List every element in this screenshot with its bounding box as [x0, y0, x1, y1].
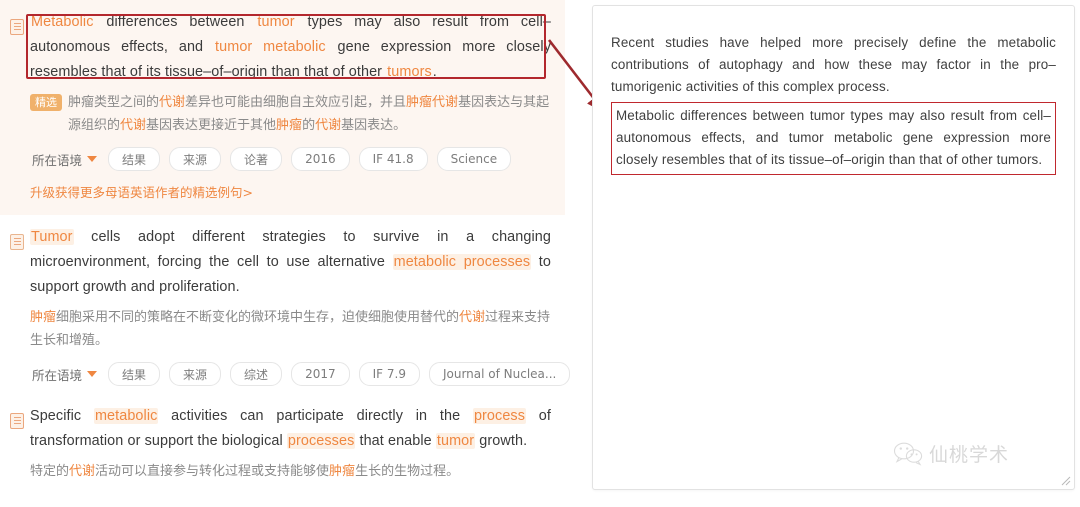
tag-label: 结果: [122, 367, 147, 382]
chevron-down-icon[interactable]: [87, 156, 98, 162]
upgrade-link[interactable]: 升级获得更多母语英语作者的精选例句>: [30, 182, 551, 201]
keyword-highlight[interactable]: tumor metabolic: [214, 39, 327, 55]
tag-label: 论著: [244, 152, 269, 167]
highlighted-paragraph[interactable]: Metabolic differences between tumor type…: [611, 102, 1056, 175]
metadata-tag[interactable]: 综述: [230, 362, 283, 386]
metadata-tag[interactable]: 2016: [291, 147, 350, 171]
text-segment: differences between: [94, 14, 257, 30]
keyword-highlight[interactable]: 肿瘤: [276, 118, 302, 133]
text-segment: 的: [302, 118, 316, 133]
keyword-highlight[interactable]: 肿瘤: [329, 464, 355, 479]
metadata-tag[interactable]: IF 41.8: [358, 147, 428, 171]
document-icon[interactable]: [10, 19, 24, 35]
tag-label: 2016: [305, 152, 336, 166]
english-sentence: Metabolic differences between tumor type…: [30, 10, 551, 85]
chinese-translation: 肿瘤类型之间的代谢差异也可能由细胞自主效应引起，并且肿瘤代谢基因表达与其起源组织…: [68, 91, 551, 137]
tag-label: Science: [450, 152, 498, 166]
keyword-highlight[interactable]: 肿瘤: [30, 310, 56, 325]
metadata-tag[interactable]: 结果: [108, 362, 161, 386]
text-editor-panel[interactable]: Recent studies have helped more precisel…: [592, 5, 1075, 490]
documents-stack-icon[interactable]: [10, 232, 26, 250]
text-segment: 活动可以直接参与转化过程或支持能够使: [95, 464, 330, 479]
text-segment: activities can participate directly in t…: [158, 408, 473, 424]
metadata-tag-row: 所在语境 结果 来源 论著 2016 IF 41.8 Science: [30, 147, 551, 171]
translation-row: 精选 肿瘤类型之间的代谢差异也可能由细胞自主效应引起，并且肿瘤代谢基因表达与其起源…: [30, 91, 551, 137]
document-icon[interactable]: [10, 413, 24, 429]
keyword-highlight[interactable]: 代谢: [315, 118, 341, 133]
search-result-card[interactable]: Metabolic differences between tumor type…: [0, 0, 565, 215]
metadata-tag[interactable]: Science: [436, 147, 512, 171]
metadata-tag[interactable]: 来源: [169, 362, 222, 386]
chevron-down-icon[interactable]: [87, 371, 98, 377]
metadata-tag[interactable]: IF 7.9: [358, 362, 420, 386]
keyword-highlight[interactable]: process: [472, 408, 527, 424]
tag-label: 综述: [244, 367, 269, 382]
tag-label: 所在语境: [32, 152, 83, 168]
keyword-highlight[interactable]: Tumor: [30, 229, 74, 245]
search-results-pane: Metabolic differences between tumor type…: [0, 0, 571, 507]
metadata-tag[interactable]: 2017: [291, 362, 350, 386]
metadata-tag[interactable]: Journal of Nuclea...: [428, 362, 571, 386]
text-segment: Specific: [30, 408, 94, 424]
metadata-tag-row: 所在语境 结果 来源 综述 2017 IF 7.9 Journal of Nuclea...: [30, 362, 571, 386]
text-segment: 肿瘤类型之间的: [68, 95, 160, 110]
resize-handle-icon[interactable]: [1060, 475, 1071, 486]
editor-paragraph[interactable]: Recent studies have helped more precisel…: [611, 32, 1056, 98]
tag-label: 所在语境: [32, 367, 83, 383]
search-result-card[interactable]: Tumor cells adopt different strategies t…: [0, 215, 571, 394]
text-segment: 基因表达更接近于其他: [146, 118, 277, 133]
keyword-highlight[interactable]: Metabolic: [30, 14, 95, 30]
text-segment: .: [432, 64, 437, 80]
keyword-highlight[interactable]: 代谢: [459, 310, 485, 325]
keyword-highlight[interactable]: 代谢: [159, 95, 185, 110]
translation-row: 特定的代谢活动可以直接参与转化过程或支持能够使肿瘤生长的生物过程。: [30, 460, 551, 483]
tag-label: IF 41.8: [372, 152, 414, 166]
keyword-highlight[interactable]: metabolic: [93, 408, 159, 424]
tag-label: Journal of Nuclea...: [442, 367, 557, 381]
text-segment: that enable: [355, 433, 436, 449]
editor-content-area[interactable]: Recent studies have helped more precisel…: [593, 6, 1074, 489]
text-segment: 基因表达。: [341, 118, 407, 133]
translation-row: 肿瘤细胞采用不同的策略在不断变化的微环境中生存，迫使细胞使用替代的代谢过程来支持…: [30, 306, 551, 352]
tag-label: 来源: [183, 152, 208, 167]
text-segment: growth.: [475, 433, 528, 449]
tag-label: IF 7.9: [372, 367, 406, 381]
keyword-highlight[interactable]: processes: [286, 433, 356, 449]
keyword-highlight[interactable]: tumor: [435, 433, 476, 449]
tag-label: 来源: [183, 367, 208, 382]
keyword-highlight[interactable]: 代谢: [69, 464, 95, 479]
keyword-highlight[interactable]: 代谢: [120, 118, 146, 133]
text-segment: 差异也可能由细胞自主效应引起，并且: [185, 95, 407, 110]
english-sentence: Specific metabolic activities can partic…: [30, 404, 551, 454]
featured-badge: 精选: [30, 94, 62, 111]
keyword-highlight[interactable]: 肿瘤代谢: [406, 95, 458, 110]
metadata-tag[interactable]: 论著: [230, 147, 283, 171]
keyword-highlight[interactable]: metabolic processes: [392, 254, 532, 270]
text-segment: 特定的: [30, 464, 70, 479]
text-segment: 生长的生物过程。: [355, 464, 460, 479]
metadata-tag[interactable]: 来源: [169, 147, 222, 171]
metadata-tag[interactable]: 结果: [108, 147, 161, 171]
search-result-card[interactable]: Specific metabolic activities can partic…: [0, 394, 565, 491]
keyword-highlight[interactable]: tumors: [386, 64, 433, 80]
english-sentence: Tumor cells adopt different strategies t…: [30, 225, 551, 300]
chinese-translation: 肿瘤细胞采用不同的策略在不断变化的微环境中生存，迫使细胞使用替代的代谢过程来支持…: [30, 306, 551, 352]
context-dropdown[interactable]: 所在语境: [30, 363, 99, 385]
context-dropdown[interactable]: 所在语境: [30, 148, 99, 170]
text-segment: 细胞采用不同的策略在不断变化的微环境中生存，迫使细胞使用替代的: [56, 310, 460, 325]
keyword-highlight[interactable]: tumor: [256, 14, 295, 30]
tag-label: 2017: [305, 367, 336, 381]
chinese-translation: 特定的代谢活动可以直接参与转化过程或支持能够使肿瘤生长的生物过程。: [30, 460, 459, 483]
tag-label: 结果: [122, 152, 147, 167]
